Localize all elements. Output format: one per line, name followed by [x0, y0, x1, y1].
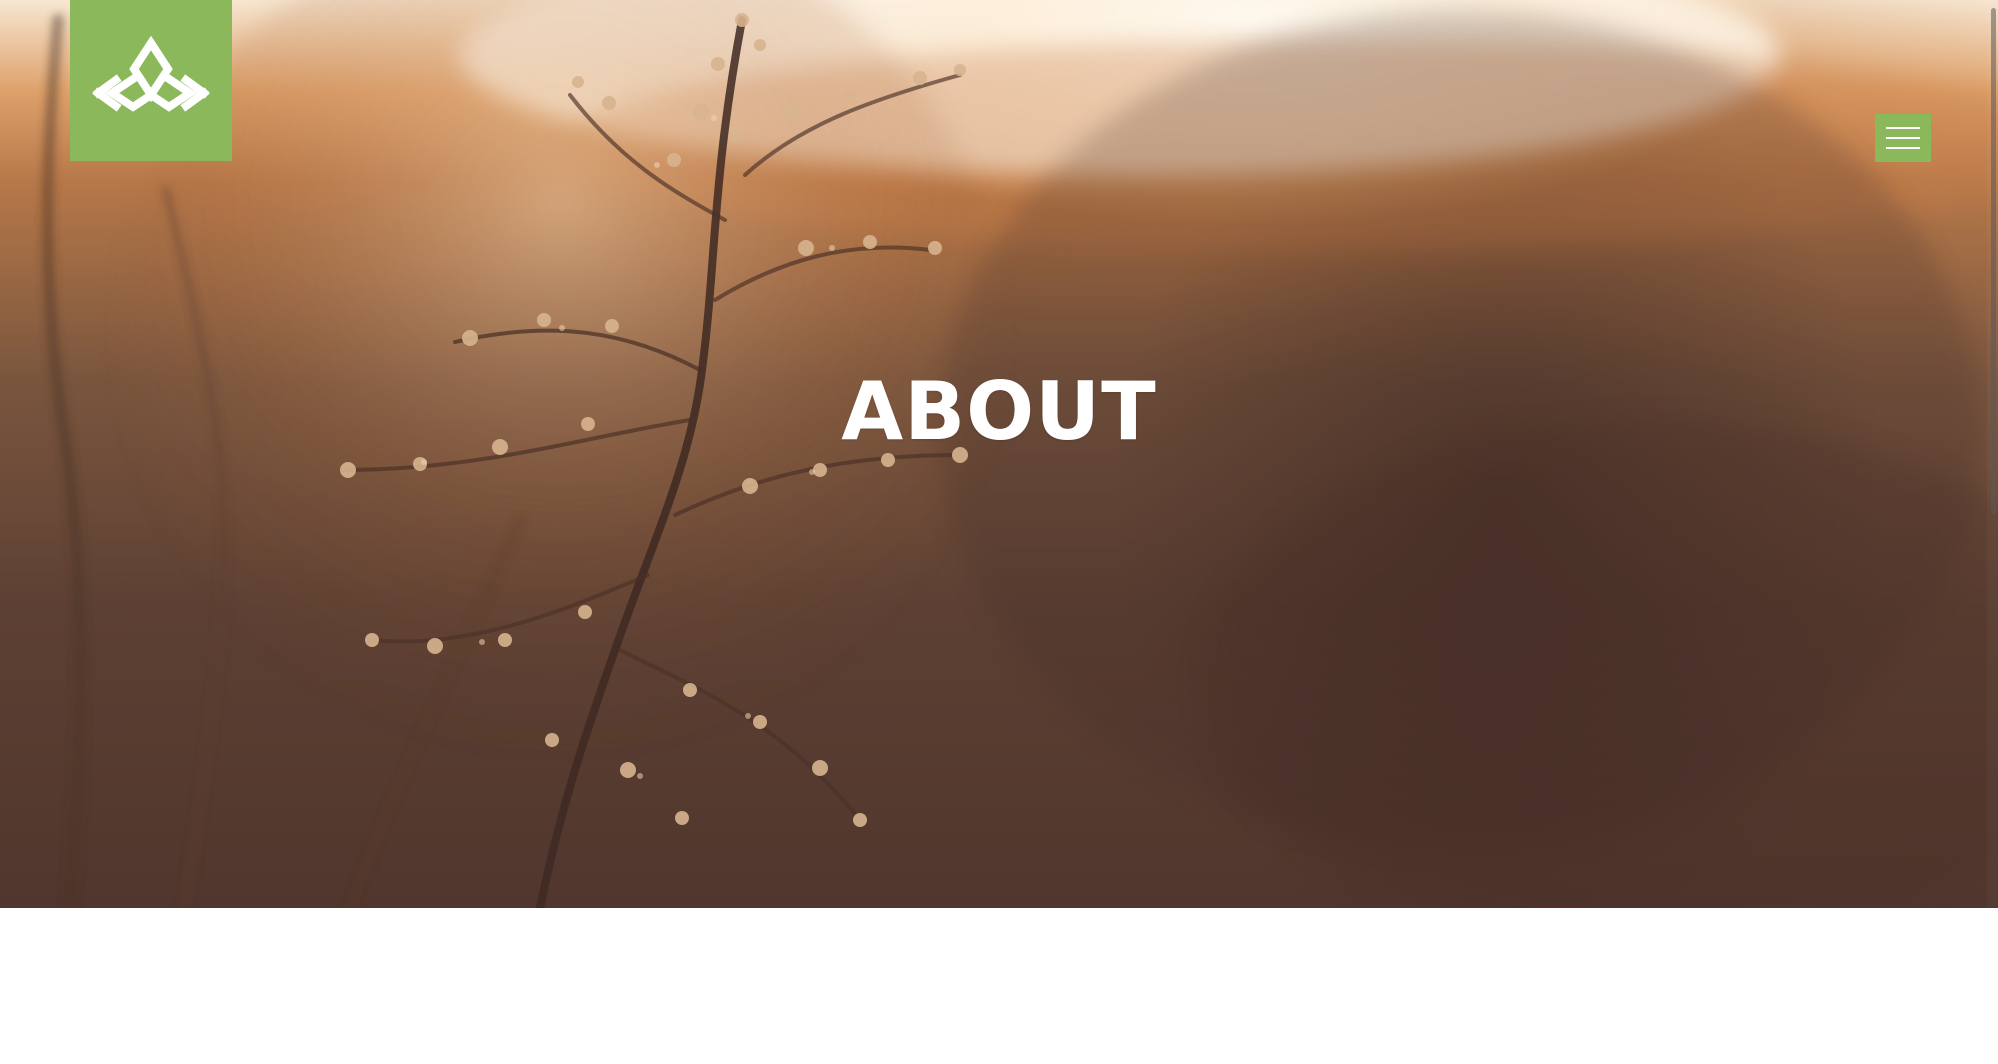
lotus-logo-icon	[92, 35, 210, 112]
hamburger-menu-icon-line	[1886, 127, 1920, 129]
page: ABOUT	[0, 0, 1998, 1064]
logo-link[interactable]	[70, 0, 232, 161]
hamburger-menu-icon-line	[1886, 147, 1920, 149]
hamburger-menu-icon-line	[1886, 137, 1920, 139]
hero-section: ABOUT	[0, 0, 1998, 908]
menu-button[interactable]	[1875, 114, 1931, 162]
page-scrollbar-thumb[interactable]	[1991, 8, 1996, 514]
page-scrollbar[interactable]	[1987, 0, 1998, 1064]
page-title: ABOUT	[841, 365, 1157, 458]
